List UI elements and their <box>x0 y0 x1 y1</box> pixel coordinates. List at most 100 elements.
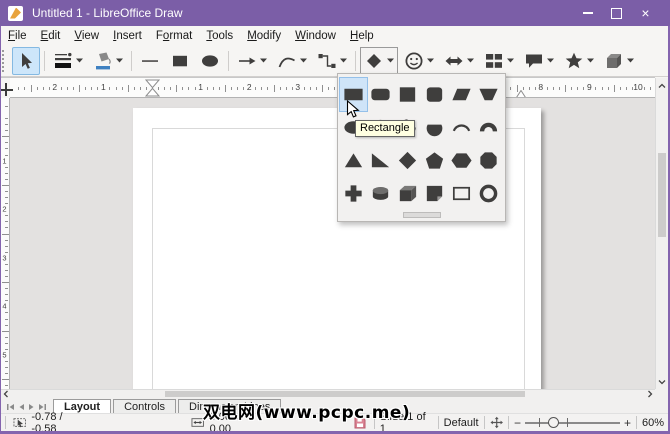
symbol-shapes-button[interactable] <box>400 47 438 75</box>
menu-file[interactable]: File <box>1 28 34 44</box>
menu-insert[interactable]: Insert <box>106 28 149 44</box>
chevron-down-icon[interactable] <box>547 58 554 63</box>
ruler-tick <box>176 85 177 92</box>
minimize-button[interactable] <box>573 0 602 26</box>
chevron-down-icon[interactable] <box>627 58 634 63</box>
fill-color-button[interactable] <box>89 47 127 75</box>
shape-cross[interactable] <box>340 177 367 210</box>
insert-rectangle-icon <box>170 51 190 71</box>
scroll-up-button[interactable] <box>656 78 668 93</box>
chevron-down-icon[interactable] <box>300 58 307 63</box>
shape-right-triangle[interactable] <box>367 144 394 177</box>
ruler-tick <box>5 288 8 289</box>
flowchart-button[interactable] <box>480 47 518 75</box>
close-button[interactable]: × <box>631 0 660 26</box>
lines-and-arrows-button[interactable] <box>233 47 271 75</box>
menu-modify[interactable]: Modify <box>240 28 288 44</box>
scroll-down-button[interactable] <box>656 374 668 389</box>
vertical-scrollbar-thumb[interactable] <box>658 153 666 237</box>
stars-and-banners-button[interactable] <box>560 47 598 75</box>
insert-line-button[interactable] <box>136 47 164 75</box>
shape-square[interactable] <box>394 78 421 111</box>
ruler-tick <box>5 197 8 198</box>
shape-ring[interactable] <box>475 177 502 210</box>
shape-arc[interactable] <box>448 111 475 144</box>
toolbar-grip-handle[interactable] <box>2 50 8 72</box>
insert-ellipse-button[interactable] <box>196 47 224 75</box>
shape-folded-corner[interactable] <box>421 177 448 210</box>
page-style-indicator[interactable]: Default <box>444 417 479 429</box>
shape-isosceles-triangle[interactable] <box>340 144 367 177</box>
connectors-button[interactable] <box>313 47 351 75</box>
shape-circle-segment[interactable] <box>421 111 448 144</box>
basic-shapes-button[interactable] <box>360 47 398 75</box>
shape-hexagon[interactable] <box>448 144 475 177</box>
vertical-ruler[interactable]: 12345 <box>0 98 10 389</box>
layer-tab-controls[interactable]: Controls <box>113 399 176 413</box>
chevron-down-icon[interactable] <box>427 58 434 63</box>
zoom-slider[interactable]: − + <box>514 416 631 430</box>
shape-parallelogram[interactable] <box>448 78 475 111</box>
menu-window[interactable]: Window <box>288 28 343 44</box>
lines-and-arrows-icon <box>237 51 257 71</box>
chevron-down-icon[interactable] <box>587 58 594 63</box>
ruler-tick <box>67 87 68 90</box>
ruler-tick <box>61 87 62 90</box>
shape-block-arc[interactable] <box>475 111 502 144</box>
shape-pentagon[interactable] <box>421 144 448 177</box>
chevron-down-icon[interactable] <box>387 58 394 63</box>
insert-rectangle-button[interactable] <box>166 47 194 75</box>
horizontal-ruler[interactable]: 2112345678910 <box>10 77 655 98</box>
line-style-button[interactable] <box>49 47 87 75</box>
window-title: Untitled 1 - LibreOffice Draw <box>32 6 183 20</box>
curves-and-polygons-button[interactable] <box>273 47 311 75</box>
chevron-down-icon[interactable] <box>467 58 474 63</box>
horizontal-scrollbar[interactable] <box>0 389 655 398</box>
vertical-scrollbar[interactable] <box>655 78 668 389</box>
zoom-slider-track[interactable] <box>525 417 620 428</box>
menu-tools[interactable]: Tools <box>199 28 240 44</box>
chevron-down-icon[interactable] <box>76 58 83 63</box>
shape-rounded-rectangle[interactable] <box>367 78 394 111</box>
select-button[interactable] <box>12 47 40 75</box>
ruler-tick <box>18 87 19 90</box>
zoom-in-button[interactable]: + <box>624 416 631 430</box>
ruler-tick <box>219 87 220 90</box>
zoom-slider-thumb[interactable] <box>548 417 559 428</box>
shape-cylinder[interactable] <box>367 177 394 210</box>
callouts-button[interactable] <box>520 47 558 75</box>
chevron-down-icon[interactable] <box>340 58 347 63</box>
scroll-right-button[interactable] <box>644 390 655 398</box>
ruler-tick <box>650 87 651 90</box>
chevron-down-icon[interactable] <box>507 58 514 63</box>
shape-octagon[interactable] <box>475 144 502 177</box>
shape-frame[interactable] <box>448 177 475 210</box>
shape-trapezoid[interactable] <box>475 78 502 111</box>
shape-cube[interactable] <box>394 177 421 210</box>
ruler-tick <box>517 85 518 92</box>
chevron-down-icon[interactable] <box>116 58 123 63</box>
horizontal-scrollbar-thumb[interactable] <box>165 391 525 397</box>
ruler-tick <box>2 185 9 186</box>
menu-format[interactable]: Format <box>149 28 199 44</box>
3d-objects-button[interactable] <box>600 47 638 75</box>
shape-diamond[interactable] <box>394 144 421 177</box>
ruler-tick <box>85 87 86 90</box>
drawing-canvas[interactable] <box>10 98 655 389</box>
fit-slide-icon[interactable] <box>490 416 503 429</box>
menu-view[interactable]: View <box>67 28 106 44</box>
zoom-out-button[interactable]: − <box>514 416 521 430</box>
chevron-down-icon[interactable] <box>260 58 267 63</box>
callouts-icon <box>524 51 544 71</box>
block-arrows-button[interactable] <box>440 47 478 75</box>
menu-help[interactable]: Help <box>343 28 381 44</box>
ruler-tick <box>553 87 554 90</box>
maximize-button[interactable] <box>602 0 631 26</box>
zoom-level-value[interactable]: 60% <box>642 417 664 429</box>
panel-tearoff-handle[interactable] <box>403 212 441 218</box>
menu-edit[interactable]: Edit <box>34 28 68 44</box>
ruler-tick <box>510 87 511 90</box>
scroll-left-button[interactable] <box>0 390 11 398</box>
ruler-tick <box>5 179 8 180</box>
shape-rounded-square[interactable] <box>421 78 448 111</box>
